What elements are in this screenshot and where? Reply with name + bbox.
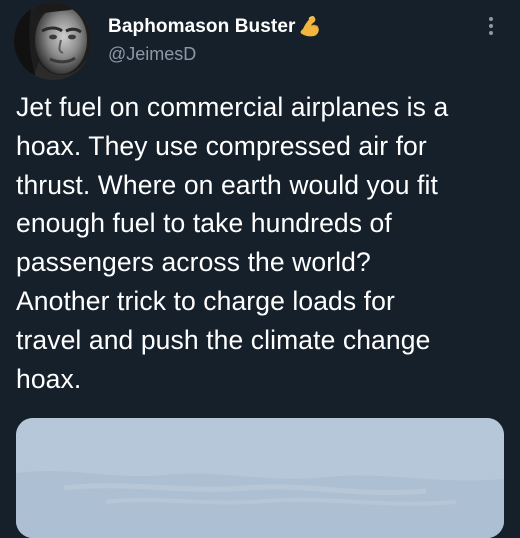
tweet-media-card[interactable] xyxy=(16,418,504,538)
author-display-name[interactable]: Baphomason Buster xyxy=(108,16,296,38)
flexed-biceps-icon xyxy=(297,14,321,38)
more-vertical-icon xyxy=(489,17,493,35)
more-options-button[interactable] xyxy=(480,13,502,39)
tweet: Baphomason Buster @JeimesD Jet fuel on c… xyxy=(0,0,520,538)
tweet-text: Jet fuel on commercial airplanes is a ho… xyxy=(16,92,449,394)
avatar[interactable] xyxy=(14,2,92,80)
author-handle[interactable]: @JeimesD xyxy=(108,44,196,65)
author-name-row[interactable]: Baphomason Buster xyxy=(108,14,321,40)
